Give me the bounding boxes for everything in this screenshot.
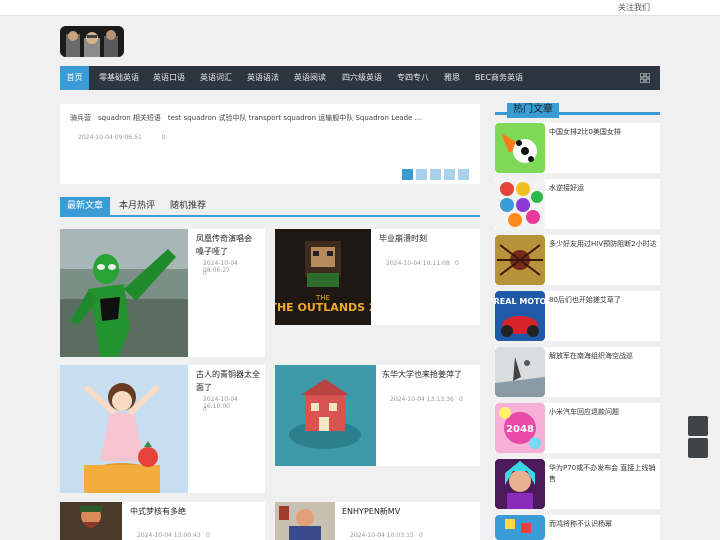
nav-item-bec[interactable]: BEC商务英语	[472, 66, 526, 90]
article-title[interactable]: 中式梦核有多绝	[130, 505, 250, 518]
sidebar-thumbnail[interactable]	[495, 515, 545, 540]
slider-dot[interactable]	[458, 169, 469, 180]
sidebar-thumbnail[interactable]: REAL MOTO	[495, 291, 545, 341]
slider-comment-count: 0	[161, 134, 166, 141]
sidebar-item-title[interactable]: 多少好友用过HIV预防阻断2小时达	[549, 239, 657, 250]
slider-dot[interactable]	[430, 169, 441, 180]
article-date: 2024-10-04 13:00:43	[137, 532, 201, 539]
sidebar-item[interactable]: 多少好友用过HIV预防阻断2小时达	[495, 235, 660, 285]
back-to-top-button[interactable]	[688, 438, 708, 458]
slider-dot[interactable]	[444, 169, 455, 180]
sidebar-item[interactable]: 中国女排2比0美国女排	[495, 123, 660, 173]
article-card[interactable]: THE THE OUTLANDS 2 毕业崩溃时刻 2024-10-04 10:…	[275, 229, 480, 325]
tab-monthly-hot[interactable]: 本月热评	[119, 197, 155, 215]
nav-item-home[interactable]: 首页	[60, 66, 89, 90]
float-action-button[interactable]	[688, 416, 708, 436]
article-card[interactable]: 凤凰传奇演唱会 嗓子哑了 2024-10-04 08:06:27 0	[60, 229, 265, 357]
article-title[interactable]: ENHYPEN新MV	[342, 505, 462, 518]
sidebar-thumbnail[interactable]	[495, 347, 545, 397]
nav-item-cet[interactable]: 四六级英语	[339, 66, 385, 90]
article-thumbnail[interactable]	[60, 365, 188, 493]
main-nav: 首页 零基础英语 英语口语 英语词汇 英语语法 英语阅读 四六级英语 专四专八 …	[60, 66, 660, 90]
article-comment-count: 0	[455, 260, 459, 267]
slider-pagination	[402, 165, 472, 184]
sidebar-item-title[interactable]: 解放军在南海组织海空战巡	[549, 351, 657, 362]
slider-dot[interactable]	[416, 169, 427, 180]
article-thumbnail[interactable]: THE THE OUTLANDS 2	[275, 229, 371, 325]
nav-item-reading[interactable]: 英语阅读	[291, 66, 329, 90]
sidebar-thumbnail[interactable]	[495, 123, 545, 173]
sidebar-header: 热门文章	[495, 103, 660, 118]
sidebar-item-title[interactable]: 80后们也开始搓艾草了	[549, 295, 657, 306]
thumb-caption: THE OUTLANDS 2	[275, 301, 371, 314]
article-date: 2024-10-04 13:13:36	[390, 396, 454, 403]
tab-latest[interactable]: 最新文章	[60, 197, 111, 215]
featured-slider: 骑兵营 squadron 相关短语 test squadron 试验中队 tra…	[60, 104, 480, 184]
grid-icon[interactable]	[640, 73, 650, 83]
article-card[interactable]: 古人的青铜器太全面了 2024-10-04 16:10:00 0	[60, 365, 265, 493]
article-thumbnail[interactable]	[60, 502, 122, 540]
sidebar-thumbnail[interactable]	[495, 179, 545, 229]
nav-item-vocabulary[interactable]: 英语词汇	[197, 66, 235, 90]
article-thumbnail[interactable]	[275, 502, 335, 540]
thumb-caption: 2048	[506, 424, 534, 435]
sidebar-item[interactable]: REAL MOTO 80后们也开始搓艾草了	[495, 291, 660, 341]
sidebar-thumbnail[interactable]	[495, 235, 545, 285]
sidebar-item-title[interactable]: 中国女排2比0美国女排	[549, 127, 657, 138]
follow-us-link[interactable]: 关注我们	[618, 2, 650, 13]
article-date: 2024-10-04 10:03:15	[350, 532, 414, 539]
thumb-caption: REAL MOTO	[495, 297, 545, 306]
article-title[interactable]: 毕业崩溃时刻	[379, 232, 477, 245]
slider-excerpt[interactable]: 骑兵营 squadron 相关短语 test squadron 试验中队 tra…	[70, 113, 421, 123]
sidebar-title: 热门文章	[507, 103, 559, 118]
slider-date: 2024-10-04 09:06:51	[78, 134, 142, 141]
article-comment-count: 0	[203, 270, 207, 277]
article-card[interactable]: 中式梦核有多绝 2024-10-04 13:00:43 0	[60, 502, 265, 540]
slider-meta: 2024-10-04 09:06:51 0	[78, 134, 165, 141]
sidebar-thumbnail[interactable]	[495, 459, 545, 509]
sidebar-thumbnail[interactable]: 2048	[495, 403, 545, 453]
site-logo[interactable]	[60, 26, 124, 57]
tab-random[interactable]: 随机推荐	[170, 197, 206, 215]
article-comment-count: 0	[206, 532, 210, 539]
article-comment-count: 0	[459, 396, 463, 403]
article-card[interactable]: ENHYPEN新MV 2024-10-04 10:03:15 0	[275, 502, 480, 540]
article-title[interactable]: 古人的青铜器太全面了	[196, 368, 264, 394]
article-date: 2024-10-04 08:06:27	[203, 260, 238, 274]
sidebar-item[interactable]: 解放军在南海组织海空战巡	[495, 347, 660, 397]
nav-item-grammar[interactable]: 英语语法	[244, 66, 282, 90]
article-comment-count: 0	[203, 406, 207, 413]
article-thumbnail[interactable]	[60, 229, 188, 357]
article-date: 2024-10-04 16:10:00	[203, 396, 238, 410]
article-tabs: 最新文章 本月热评 随机推荐	[60, 197, 480, 217]
top-bar: 关注我们	[0, 0, 720, 16]
sidebar-item[interactable]: 2048 小米汽车回应退款问题	[495, 403, 660, 453]
article-date: 2024-10-04 10:11:08	[386, 260, 450, 267]
nav-item-ielts[interactable]: 雅思	[441, 66, 463, 90]
article-title[interactable]: 东华大学也来抢姜萍了	[382, 368, 478, 381]
article-thumbnail[interactable]	[275, 365, 376, 466]
slider-dot[interactable]	[402, 169, 413, 180]
sidebar-item-title[interactable]: 水逆接好运	[549, 183, 657, 194]
nav-item-tem[interactable]: 专四专八	[394, 66, 432, 90]
sidebar-item-title[interactable]: 而鸿将称不认识杨幂	[549, 519, 657, 530]
sidebar-item-title[interactable]: 华为P70或不办发布会 直接上线销售	[549, 463, 657, 485]
sidebar-item-title[interactable]: 小米汽车回应退款问题	[549, 407, 657, 418]
sidebar-item[interactable]: 华为P70或不办发布会 直接上线销售	[495, 459, 660, 509]
nav-item-zero-basics[interactable]: 零基础英语	[94, 66, 144, 90]
sidebar-item[interactable]: 水逆接好运	[495, 179, 660, 229]
article-card[interactable]: 东华大学也来抢姜萍了 2024-10-04 13:13:36 0	[275, 365, 480, 466]
article-title[interactable]: 凤凰传奇演唱会 嗓子哑了	[196, 232, 262, 258]
nav-item-speaking[interactable]: 英语口语	[150, 66, 188, 90]
article-comment-count: 0	[419, 532, 423, 539]
sidebar-item[interactable]: 而鸿将称不认识杨幂	[495, 515, 660, 540]
